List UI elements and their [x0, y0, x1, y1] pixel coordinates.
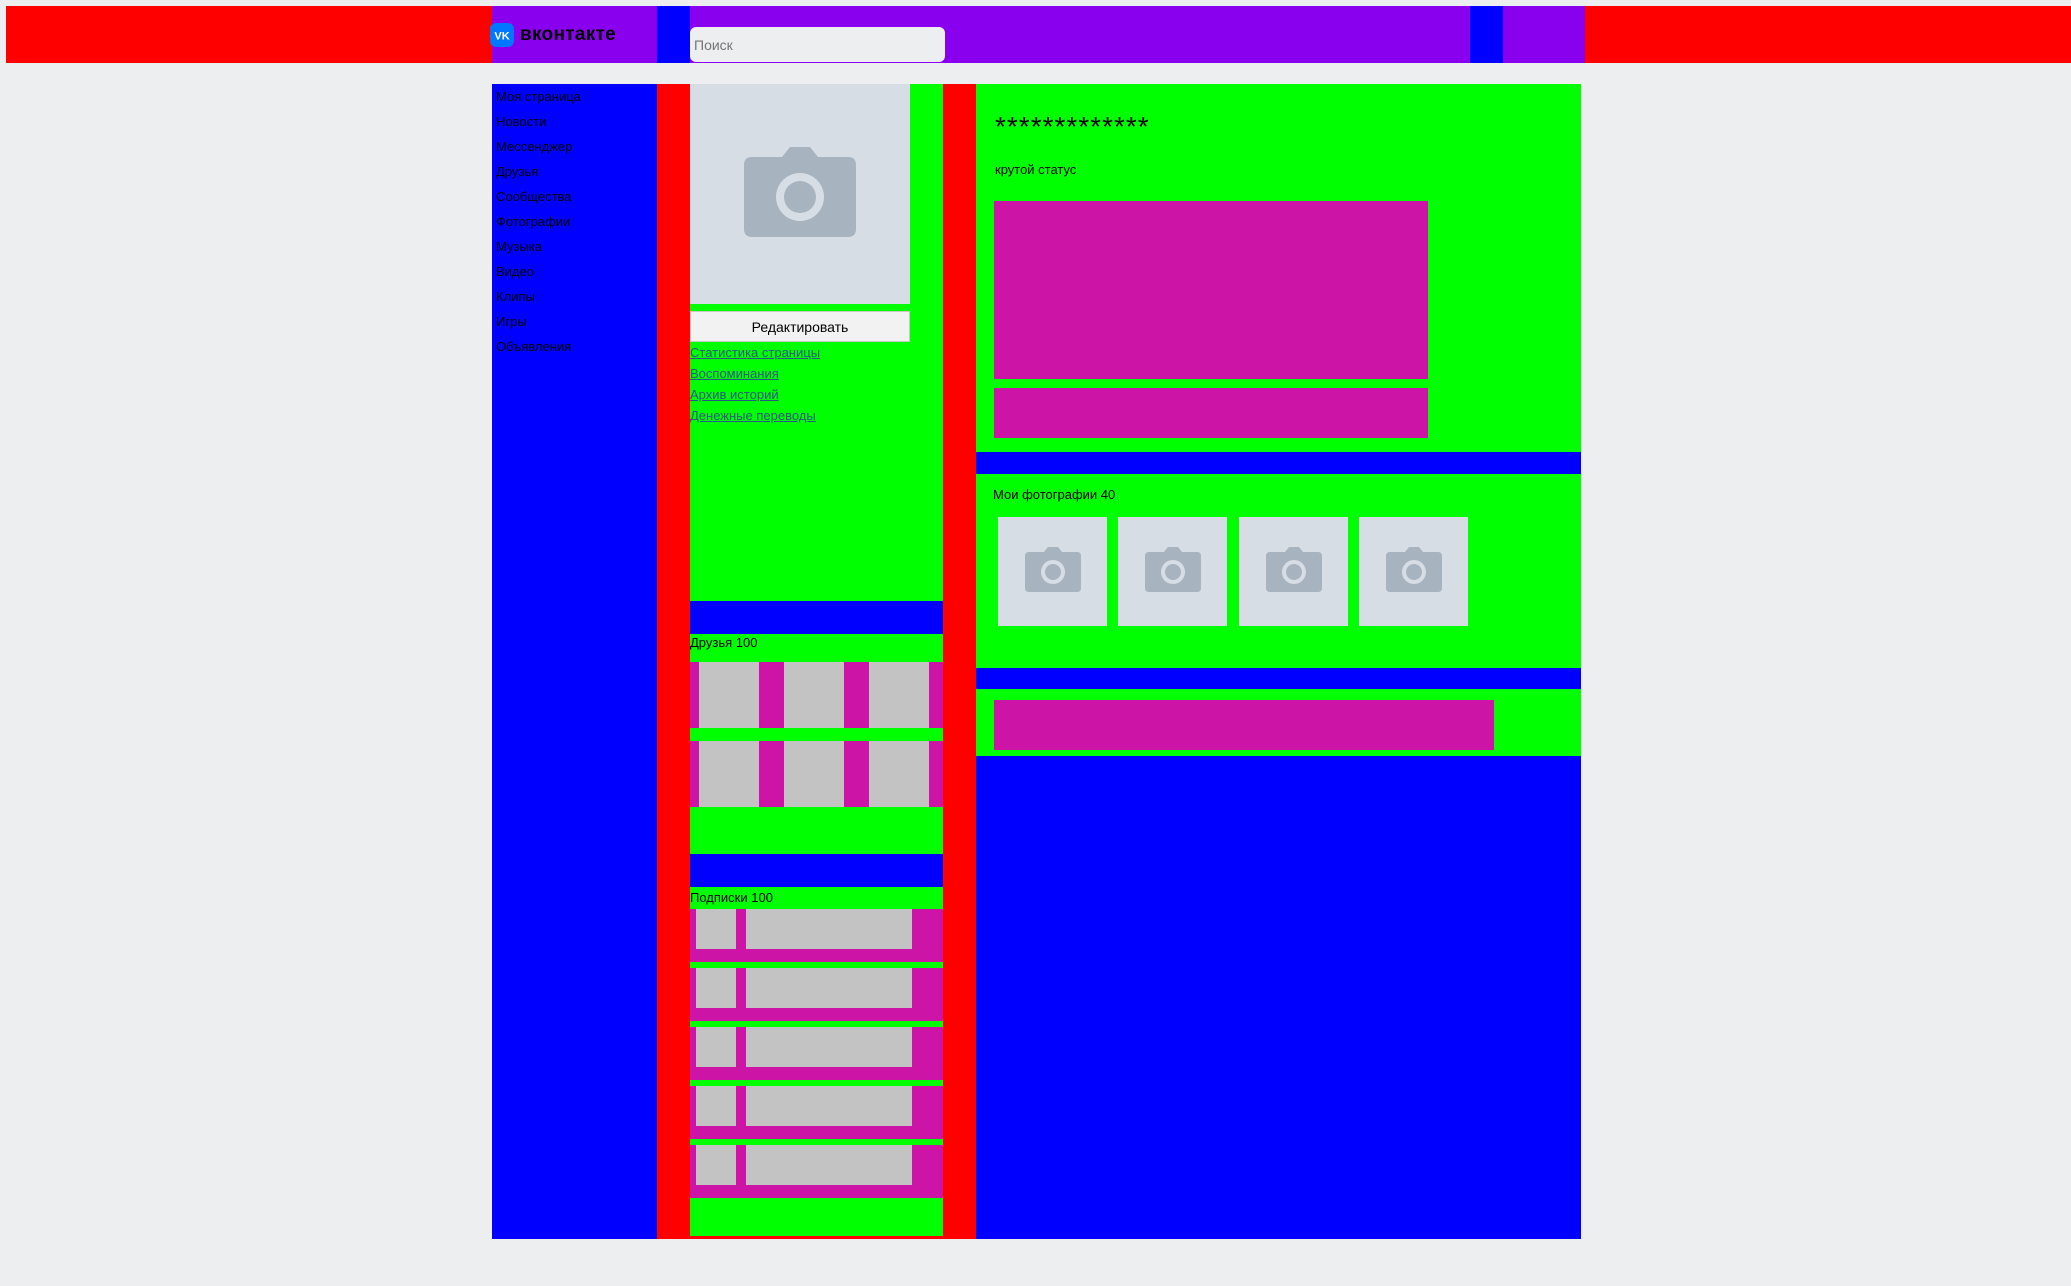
sidebar-item-communities[interactable]: Сообщества: [496, 189, 572, 205]
subscription-item[interactable]: [690, 909, 943, 962]
photos-block: Мои фотографии 40: [976, 474, 1581, 668]
avatar[interactable]: [690, 84, 910, 304]
link-stories-archive[interactable]: Архив историй: [690, 387, 779, 403]
subscription-name: [746, 968, 912, 1008]
link-page-stats[interactable]: Статистика страницы: [690, 345, 820, 361]
subscription-name: [746, 1027, 912, 1067]
edit-profile-button[interactable]: Редактировать: [690, 311, 910, 342]
camera-icon: [1385, 546, 1442, 597]
subscription-name: [746, 1145, 912, 1185]
profile-status[interactable]: крутой статус: [995, 162, 1076, 178]
camera-icon: [744, 146, 856, 242]
header-accent-right: [1470, 6, 1503, 63]
search-input[interactable]: [690, 27, 945, 62]
sidebar-item-games[interactable]: Игры: [496, 314, 527, 330]
sidebar-item-clips[interactable]: Клипы: [496, 289, 535, 305]
camera-icon: [1024, 546, 1081, 597]
subscription-name: [746, 909, 912, 949]
link-money-transfers[interactable]: Денежные переводы: [690, 408, 816, 424]
profile-card: Редактировать Статистика страницы Воспом…: [690, 84, 943, 601]
subscription-avatar: [696, 1027, 736, 1067]
profile-details-more[interactable]: [994, 388, 1428, 438]
subscription-avatar: [696, 1086, 736, 1126]
sidebar: Моя страница Новости Мессенджер Друзья С…: [492, 84, 657, 1239]
link-memories[interactable]: Воспоминания: [690, 366, 779, 382]
friend-avatar[interactable]: [869, 741, 929, 807]
photo-thumbnail[interactable]: [1239, 517, 1348, 626]
profile-gap: [690, 601, 943, 634]
header-accent-left: [657, 6, 690, 63]
subscription-avatar: [696, 1145, 736, 1185]
sidebar-item-friends[interactable]: Друзья: [496, 164, 538, 180]
photo-thumbnail[interactable]: [1359, 517, 1468, 626]
sidebar-item-music[interactable]: Музыка: [496, 239, 542, 255]
photos-title[interactable]: Мои фотографии 40: [993, 487, 1115, 503]
sidebar-item-messenger[interactable]: Мессенджер: [496, 139, 572, 155]
camera-icon: [1144, 546, 1201, 597]
subscription-avatar: [696, 968, 736, 1008]
friend-avatar[interactable]: [784, 662, 844, 728]
subscription-item[interactable]: [690, 1145, 943, 1198]
friend-avatar[interactable]: [869, 662, 929, 728]
sidebar-item-photos[interactable]: Фотографии: [496, 214, 570, 230]
profile-info: ************* крутой статус: [976, 84, 1581, 452]
subscription-item[interactable]: [690, 968, 943, 1021]
post-composer: [976, 689, 1581, 756]
sidebar-item-news[interactable]: Новости: [496, 114, 546, 130]
friend-avatar[interactable]: [699, 662, 759, 728]
sidebar-item-my-page[interactable]: Моя страница: [496, 89, 581, 105]
photo-thumbnail[interactable]: [1118, 517, 1227, 626]
logo[interactable]: VK вконтакте: [490, 22, 616, 48]
profile-details-block: [994, 201, 1428, 379]
logo-text: вконтакте: [520, 24, 616, 45]
subscription-avatar: [696, 909, 736, 949]
sidebar-item-ads[interactable]: Объявления: [496, 339, 571, 355]
friend-avatar[interactable]: [699, 741, 759, 807]
header-center: [492, 6, 1585, 63]
subscription-item[interactable]: [690, 1086, 943, 1139]
svg-text:VK: VK: [494, 31, 509, 43]
friends-title[interactable]: Друзья 100: [690, 635, 757, 651]
vk-logo-icon: VK: [490, 23, 514, 47]
friends-gap: [690, 854, 943, 887]
subscriptions-title[interactable]: Подписки 100: [690, 890, 773, 906]
friends-block: Друзья 100: [690, 634, 943, 854]
friend-avatar[interactable]: [784, 741, 844, 807]
profile-name: *************: [995, 111, 1150, 142]
subscriptions-block: Подписки 100: [690, 887, 943, 1236]
sidebar-item-video[interactable]: Видео: [496, 264, 534, 280]
subscription-name: [746, 1086, 912, 1126]
subscription-item[interactable]: [690, 1027, 943, 1080]
camera-icon: [1265, 546, 1322, 597]
post-input[interactable]: [994, 700, 1494, 750]
photo-thumbnail[interactable]: [998, 517, 1107, 626]
